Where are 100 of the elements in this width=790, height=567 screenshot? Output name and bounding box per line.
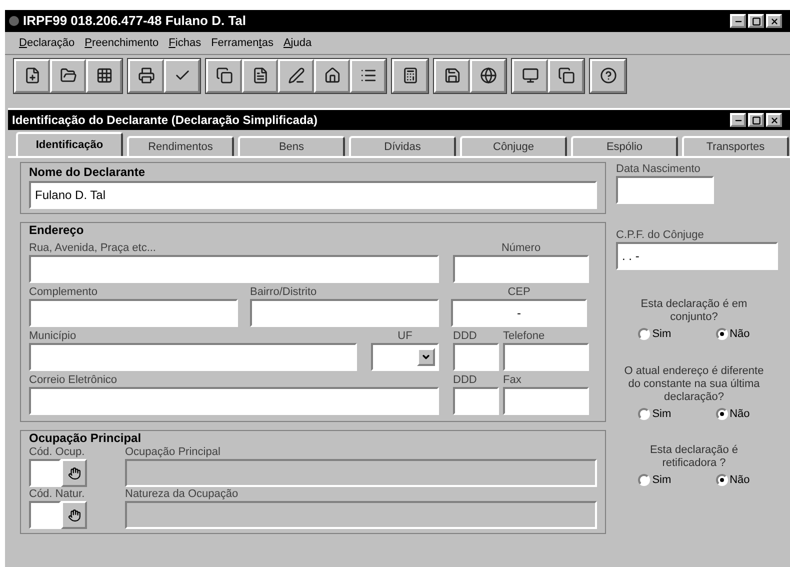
close-icon: [770, 116, 778, 124]
code-input[interactable]: [29, 501, 61, 529]
name-input[interactable]: Fulano D. Tal: [29, 181, 597, 209]
toolbar-button[interactable]: [206, 58, 242, 92]
toolbar-button[interactable]: [14, 58, 50, 92]
toolbar-button[interactable]: [164, 58, 200, 92]
copy-icon: [558, 67, 574, 84]
toolbar-button[interactable]: [128, 58, 164, 92]
toolbar-button[interactable]: [470, 58, 506, 92]
house-icon: [324, 67, 340, 84]
toolbar-button[interactable]: [350, 58, 386, 92]
field-label: Cód. Ocup.: [29, 445, 86, 459]
radio-button[interactable]: [638, 408, 650, 420]
street-input[interactable]: [29, 255, 439, 283]
email-input[interactable]: [29, 387, 439, 415]
menu-item[interactable]: Preenchimento: [84, 34, 159, 52]
globe-icon: [480, 67, 496, 84]
field-label: Telefone: [503, 329, 546, 343]
city-input[interactable]: [29, 343, 357, 371]
area-code-input[interactable]: [453, 343, 499, 371]
close-icon: [770, 16, 778, 26]
field-label: C.P.F. do Cônjuge: [616, 228, 705, 242]
field-label: Município: [29, 329, 78, 343]
area-code-input[interactable]: [453, 387, 499, 415]
tab[interactable]: Identificação: [16, 132, 123, 156]
document-icon: [252, 67, 268, 84]
fax-input[interactable]: [503, 387, 589, 415]
phone-input[interactable]: [503, 343, 589, 371]
maximize-button[interactable]: [748, 113, 764, 127]
field-label: UF: [396, 329, 414, 343]
lookup-button[interactable]: [61, 501, 87, 529]
state-dropdown[interactable]: [371, 343, 439, 371]
field-label: Ocupação Principal: [125, 445, 222, 459]
window-title: Identificação do Declarante (Declaração Simplificada): [12, 112, 318, 129]
maximize-button[interactable]: [748, 14, 764, 28]
menu-item[interactable]: Fichas: [168, 34, 202, 52]
close-button[interactable]: [766, 113, 782, 127]
spouse-cpf-input[interactable]: . . -: [616, 242, 778, 270]
field-label: Natureza da Ocupação: [125, 487, 240, 501]
list-icon: [360, 67, 376, 84]
question-text: Esta declaração é retificadora ?: [648, 444, 740, 470]
lookup-button[interactable]: [61, 459, 87, 487]
monitor-icon: [522, 67, 538, 84]
folder-icon: [60, 67, 76, 84]
tab[interactable]: Cônjuge: [460, 136, 567, 156]
field-label: Data Nascimento: [616, 162, 702, 176]
tab[interactable]: Dívidas: [349, 136, 456, 156]
radio-button[interactable]: [716, 328, 728, 340]
help-icon: [600, 67, 616, 84]
radio-label: Sim: [652, 327, 672, 342]
pen-icon: [288, 67, 304, 84]
tab[interactable]: Transportes: [682, 136, 789, 156]
birth-date-input[interactable]: [616, 176, 714, 204]
pointing-hand-icon: [68, 466, 80, 480]
print-icon: [138, 67, 154, 84]
field-label: DDD: [453, 329, 478, 343]
copy-icon: [216, 67, 232, 84]
complement-input[interactable]: [29, 299, 238, 327]
field-label: Rua, Avenida, Praça etc...: [29, 241, 157, 255]
maximize-icon: [752, 116, 760, 124]
minimize-button[interactable]: [730, 14, 746, 28]
app-icon: [9, 16, 19, 26]
postal-code-input[interactable]: -: [451, 299, 587, 327]
toolbar-button[interactable]: [314, 58, 350, 92]
field-label: Fax: [503, 373, 522, 387]
radio-button[interactable]: [716, 474, 728, 486]
tab[interactable]: Bens: [238, 136, 345, 156]
minimize-button[interactable]: [730, 113, 746, 127]
number-input[interactable]: [453, 255, 589, 283]
toolbar-button[interactable]: [512, 58, 548, 92]
maximize-icon: [752, 16, 760, 26]
menu-item[interactable]: Ajuda: [283, 34, 312, 52]
dropdown-arrow-button[interactable]: [417, 348, 435, 366]
district-input[interactable]: [250, 299, 439, 327]
radio-label: Sim: [652, 406, 672, 422]
toolbar-button[interactable]: [434, 58, 470, 92]
radio-button[interactable]: [716, 408, 728, 420]
group-heading: Ocupação Principal: [29, 431, 142, 445]
toolbar-button[interactable]: [50, 58, 86, 92]
toolbar-button[interactable]: [242, 58, 278, 92]
menu-item[interactable]: Ferramentas: [211, 34, 274, 52]
toolbar-button[interactable]: [278, 58, 314, 92]
radio-button[interactable]: [638, 474, 650, 486]
group-heading: Endereço: [29, 223, 85, 237]
menu-item[interactable]: Declaração: [19, 34, 75, 52]
toolbar-button[interactable]: [548, 58, 584, 92]
close-button[interactable]: [766, 14, 782, 28]
toolbar-button[interactable]: [86, 58, 122, 92]
grid-icon: [96, 67, 112, 84]
field-label: Bairro/Distrito: [250, 285, 318, 299]
question-text: Esta declaração é em conjunto?: [640, 298, 748, 324]
tab[interactable]: Rendimentos: [127, 136, 234, 156]
window-title: IRPF99 018.206.477-48 Fulano D. Tal: [23, 12, 246, 30]
field-label: Cód. Natur.: [29, 487, 86, 501]
radio-label: Não: [730, 406, 750, 422]
radio-button[interactable]: [638, 328, 650, 340]
tab[interactable]: Espólio: [571, 136, 678, 156]
caret-icon: [421, 352, 431, 362]
radio-label: Não: [730, 327, 750, 342]
code-input[interactable]: [29, 459, 61, 487]
